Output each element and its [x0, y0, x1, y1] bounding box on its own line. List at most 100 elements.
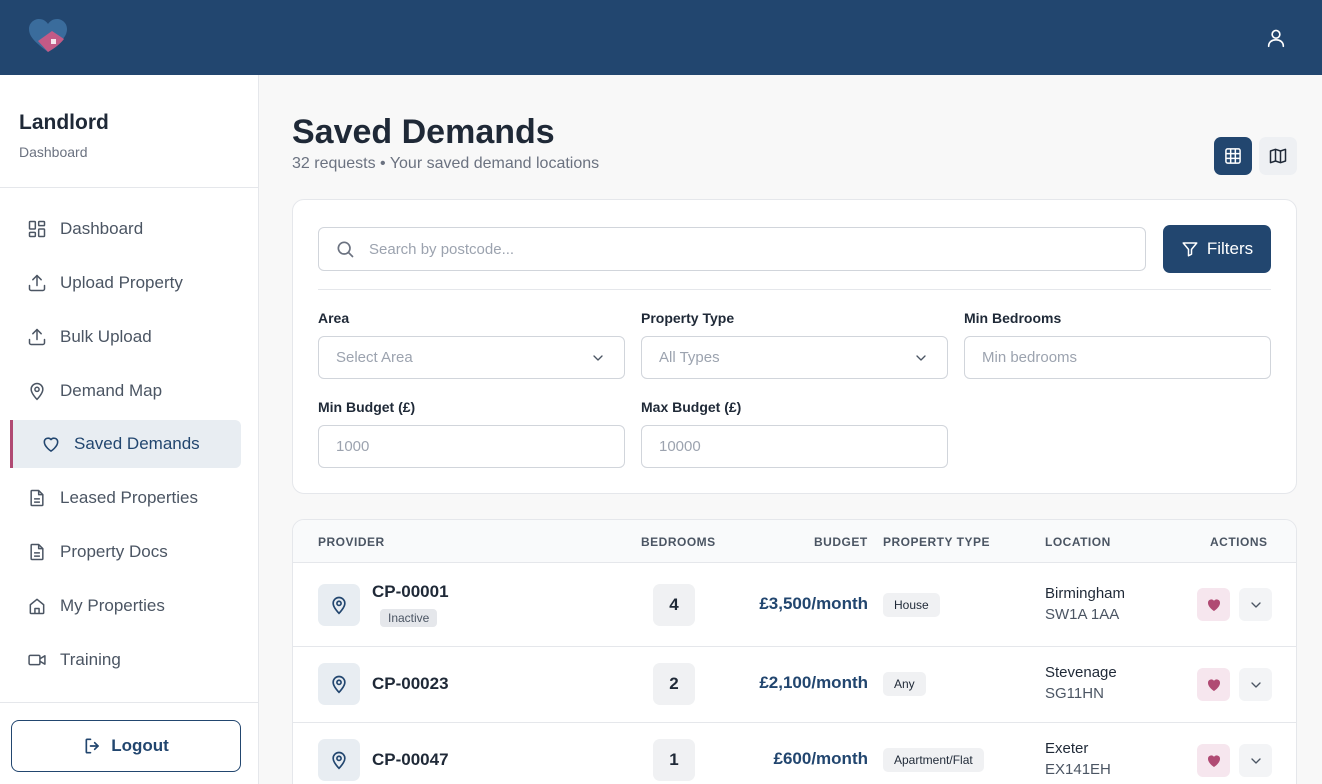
heart-home-logo-icon[interactable] [28, 19, 68, 55]
top-bar [0, 0, 1322, 75]
sidebar-item-upload-property[interactable]: Upload Property [10, 259, 241, 307]
sidebar-item-label: My Properties [60, 596, 165, 615]
demands-table: PROVIDER BEDROOMS BUDGET PROPERTY TYPE L… [292, 519, 1297, 784]
sidebar-item-label: Upload Property [60, 273, 183, 292]
filters-button[interactable]: Filters [1163, 225, 1271, 273]
provider-location-icon-box [318, 739, 360, 781]
sidebar-item-leased-properties[interactable]: Leased Properties [10, 474, 241, 522]
divider [318, 289, 1271, 290]
map-pin-icon [26, 380, 48, 402]
sidebar-item-label: Training [60, 650, 121, 669]
document-icon [26, 541, 48, 563]
sidebar-item-dashboard[interactable]: Dashboard [10, 205, 241, 253]
provider-id: CP-00047 [372, 750, 449, 769]
map-icon [1268, 146, 1288, 166]
area-select[interactable]: Select Area [318, 336, 625, 379]
sidebar-item-label: Dashboard [60, 219, 144, 238]
column-header-actions: ACTIONS [1210, 535, 1268, 549]
sidebar-item-training[interactable]: Training [10, 636, 241, 684]
property-type-select[interactable]: All Types [641, 336, 948, 379]
sidebar-item-property-docs[interactable]: Property Docs [10, 528, 241, 576]
filter-icon [1181, 240, 1199, 258]
location-postcode: SG11HN [1045, 685, 1104, 702]
location-postcode: SW1A 1AA [1045, 606, 1120, 623]
sidebar-item-bulk-upload[interactable]: Bulk Upload [10, 313, 241, 361]
sidebar-item-label: Leased Properties [60, 488, 198, 507]
column-header-budget: BUDGET [814, 535, 868, 549]
min-budget-input[interactable] [318, 425, 625, 468]
chevron-down-icon [1248, 597, 1264, 613]
sidebar-item-demand-map[interactable]: Demand Map [10, 367, 241, 415]
expand-row-button[interactable] [1239, 588, 1272, 621]
min-budget-label: Min Budget (£) [318, 399, 416, 415]
property-type-select-value: All Types [659, 349, 720, 366]
sidebar-subtitle: Dashboard [19, 144, 88, 160]
map-pin-icon [329, 674, 349, 694]
sidebar-title: Landlord [19, 111, 109, 134]
home-icon [26, 595, 48, 617]
bedrooms-count: 4 [653, 584, 695, 626]
min-bedrooms-input[interactable] [964, 336, 1271, 379]
area-label: Area [318, 310, 350, 326]
chevron-down-icon [590, 350, 606, 366]
heart-filled-icon [1206, 753, 1222, 769]
table-row[interactable]: CP-00047 1 £600/month Apartment/Flat Exe… [293, 723, 1296, 784]
area-select-value: Select Area [336, 349, 413, 366]
table-header: PROVIDER BEDROOMS BUDGET PROPERTY TYPE L… [293, 520, 1296, 563]
bedrooms-count: 1 [653, 739, 695, 781]
divider [0, 187, 259, 188]
upload-icon [26, 272, 48, 294]
table-row[interactable]: CP-00023 2 £2,100/month Any Stevenage SG… [293, 647, 1296, 723]
location-city: Birmingham [1045, 585, 1126, 602]
sidebar-item-my-properties[interactable]: My Properties [10, 582, 241, 630]
search-input[interactable] [369, 240, 1109, 258]
min-bedrooms-label: Min Bedrooms [964, 310, 1062, 326]
heart-filled-icon [1206, 677, 1222, 693]
sidebar-item-label: Saved Demands [74, 434, 200, 453]
divider [0, 702, 259, 703]
bedrooms-count: 2 [653, 663, 695, 705]
provider-id: CP-00023 [372, 674, 449, 693]
video-icon [26, 649, 48, 671]
max-budget-input[interactable] [641, 425, 948, 468]
unsave-demand-button[interactable] [1197, 668, 1230, 701]
expand-row-button[interactable] [1239, 744, 1272, 777]
map-pin-icon [329, 750, 349, 770]
property-type-label: Property Type [641, 310, 735, 326]
sidebar: Landlord Dashboard Dashboard Upload Prop… [0, 75, 259, 784]
budget-value: £3,500/month [759, 594, 868, 613]
heart-icon [40, 433, 62, 455]
provider-id: CP-00001 [372, 582, 449, 601]
logout-button[interactable]: Logout [11, 720, 241, 772]
column-header-bedrooms: BEDROOMS [641, 535, 716, 549]
column-header-property-type: PROPERTY TYPE [883, 535, 990, 549]
table-row[interactable]: CP-00001 Inactive 4 £3,500/month House B… [293, 563, 1296, 647]
map-view-button[interactable] [1259, 137, 1297, 175]
user-icon [1265, 27, 1287, 49]
property-type-badge: House [883, 593, 940, 617]
sidebar-item-saved-demands[interactable]: Saved Demands [10, 420, 241, 468]
status-badge: Inactive [380, 609, 438, 627]
chevron-down-icon [913, 350, 929, 366]
column-header-location: LOCATION [1045, 535, 1111, 549]
sidebar-item-label: Demand Map [60, 381, 163, 400]
table-grid-icon [1223, 146, 1243, 166]
unsave-demand-button[interactable] [1197, 744, 1230, 777]
upload-icon [26, 326, 48, 348]
filters-button-label: Filters [1206, 239, 1254, 258]
grid-view-button[interactable] [1214, 137, 1252, 175]
heart-filled-icon [1206, 597, 1222, 613]
search-icon [335, 239, 355, 259]
budget-value: £600/month [773, 749, 868, 768]
unsave-demand-button[interactable] [1197, 588, 1230, 621]
chevron-down-icon [1248, 677, 1264, 693]
column-header-provider: PROVIDER [318, 535, 385, 549]
location-city: Stevenage [1045, 664, 1117, 681]
user-account-button[interactable] [1262, 24, 1290, 52]
search-box[interactable] [318, 227, 1146, 271]
grid-icon [26, 218, 48, 240]
sidebar-item-label: Property Docs [60, 542, 168, 561]
document-icon [26, 487, 48, 509]
expand-row-button[interactable] [1239, 668, 1272, 701]
max-budget-label: Max Budget (£) [641, 399, 742, 415]
